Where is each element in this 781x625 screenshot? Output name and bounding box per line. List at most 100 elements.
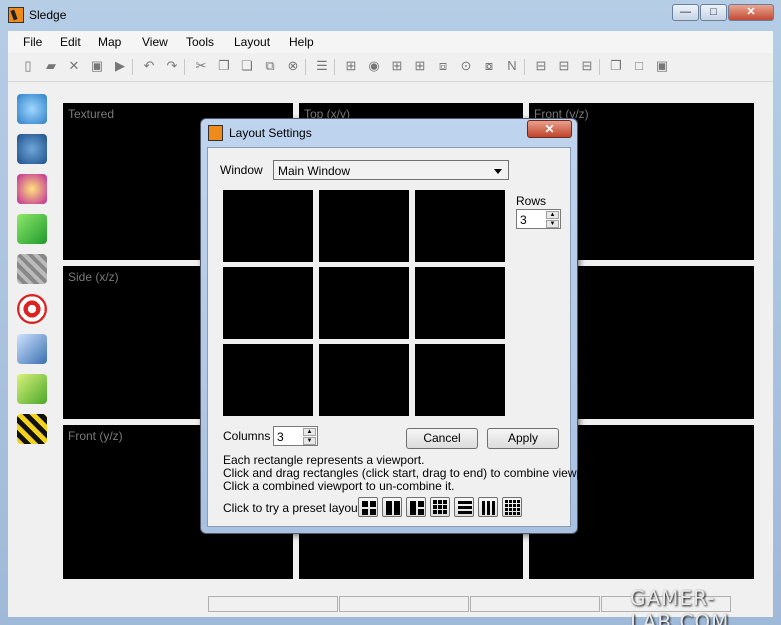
dialog-close-button[interactable]: ✕ [527,120,572,138]
paste-icon[interactable]: ❏ [239,58,255,74]
watermark: GAMER-LAB.COM [630,586,730,625]
show-hide-icon[interactable]: ◉ [366,58,382,74]
viewport-label: Side (x/z) [68,270,119,284]
undo-icon[interactable]: ↶ [141,58,157,74]
copy-icon[interactable]: ❐ [216,58,232,74]
menu-help[interactable]: Help [289,35,314,49]
minimize-button[interactable]: — [672,4,699,21]
columns-value: 3 [277,430,284,444]
cut-icon[interactable]: ✂ [193,58,209,74]
rows-label: Rows [516,194,547,208]
help-text: Click and drag rectangles (click start, … [223,466,607,480]
viewport-label: Textured [68,107,115,121]
viewport-cell[interactable] [223,267,313,339]
layout-a-icon[interactable]: ⊟ [533,58,549,74]
toolbar-separator [305,59,306,75]
preset-3col-icon[interactable] [478,497,498,517]
layout-settings-dialog: Layout Settings ✕ Window Main Window Row… [200,118,607,534]
preset-3x3-icon[interactable] [430,497,450,517]
toolbar-separator [132,59,133,75]
viewport-cell[interactable] [223,190,313,262]
brush-tool-icon[interactable] [17,214,47,244]
preset-label: Click to try a preset layout: [223,501,365,515]
n-icon[interactable]: N [504,58,520,74]
dialog-title: Layout Settings [229,126,312,140]
decal-tool-icon[interactable] [17,294,47,324]
apply-button[interactable]: Apply [487,428,559,449]
title-bar[interactable]: Sledge — □ ✕ [0,0,781,30]
save-icon[interactable]: ▣ [89,58,105,74]
viewport-cell[interactable] [319,267,409,339]
app-icon [208,125,223,141]
compile-icon[interactable]: ▶ [112,58,128,74]
menu-layout[interactable]: Layout [234,35,270,49]
entity-tool-icon[interactable] [17,174,47,204]
texture-tool-icon[interactable] [17,254,47,284]
rows-stepper[interactable]: 3 ▲ ▼ [516,209,561,229]
close-button[interactable]: ✕ [728,4,774,21]
paste-special-icon[interactable]: ⧉ [262,58,278,74]
toolbar-separator [599,59,600,75]
transform-icon[interactable]: ⧇ [481,58,497,74]
spin-down-icon[interactable]: ▼ [546,220,559,228]
layout-c-icon[interactable]: ⊟ [579,58,595,74]
viewport-label: Front (y/z) [68,429,123,443]
cordon-tool-icon[interactable] [17,414,47,444]
window-select[interactable]: Main Window [273,160,509,180]
close-file-icon[interactable]: ✕ [66,58,82,74]
viewport-cell[interactable] [415,344,505,416]
status-panel [470,596,600,612]
grid-small-icon[interactable]: ⊞ [389,58,405,74]
window-title: Sledge [29,8,67,22]
delete-icon[interactable]: ⊗ [285,58,301,74]
menu-tools[interactable]: Tools [186,35,214,49]
tool-panel [8,82,54,597]
menu-view[interactable]: View [142,35,168,49]
preset-4x4-icon[interactable] [502,497,522,517]
menu-bar: File Edit Map View Tools Layout Help [8,31,773,53]
select-tool-icon[interactable] [17,94,47,124]
viewport-cell[interactable] [319,190,409,262]
new-icon[interactable]: ▯ [20,58,36,74]
spin-up-icon[interactable]: ▲ [546,211,559,219]
lock-icon[interactable]: ⊙ [458,58,474,74]
viewport-cell[interactable] [319,344,409,416]
maximize-button[interactable]: □ [700,4,727,21]
preset-2x2-icon[interactable] [358,497,378,517]
redo-icon[interactable]: ↷ [164,58,180,74]
vm-tool-icon[interactable] [17,374,47,404]
chevron-down-icon [494,169,502,174]
properties-icon[interactable]: ☰ [314,58,330,74]
viewport-cell[interactable] [415,190,505,262]
dialog-body: Window Main Window Rows 3 ▲ ▼ Columns 3 … [207,147,607,527]
viewport-cell[interactable] [223,344,313,416]
preset-2col-icon[interactable] [382,497,402,517]
maximize-icon[interactable]: □ [631,58,647,74]
cancel-button[interactable]: Cancel [406,428,478,449]
window-select-value: Main Window [278,164,351,178]
toolbar-separator [334,59,335,75]
window-icon[interactable]: ❐ [608,58,624,74]
open-icon[interactable]: ▰ [43,58,59,74]
application-window: Sledge — □ ✕ File Edit Map View Tools La… [0,0,781,625]
layout-b-icon[interactable]: ⊟ [556,58,572,74]
camera-tool-icon[interactable] [17,134,47,164]
grid-icon[interactable]: ⊞ [343,58,359,74]
help-text: Click a combined viewport to un-combine … [223,479,455,493]
clip-tool-icon[interactable] [17,334,47,364]
restore-icon[interactable]: ▣ [654,58,670,74]
menu-edit[interactable]: Edit [60,35,81,49]
preset-3row-icon[interactable] [454,497,474,517]
columns-stepper[interactable]: 3 ▲ ▼ [273,426,318,446]
columns-label: Columns [223,429,271,443]
viewport-cell[interactable] [415,267,505,339]
menu-map[interactable]: Map [98,35,121,49]
status-panel [208,596,338,612]
menu-file[interactable]: File [23,35,42,49]
snap-icon[interactable]: ⧈ [435,58,451,74]
rows-value: 3 [520,213,527,227]
spin-up-icon[interactable]: ▲ [303,428,316,436]
preset-1plus2-icon[interactable] [406,497,426,517]
spin-down-icon[interactable]: ▼ [303,437,316,445]
grid-large-icon[interactable]: ⊞ [412,58,428,74]
